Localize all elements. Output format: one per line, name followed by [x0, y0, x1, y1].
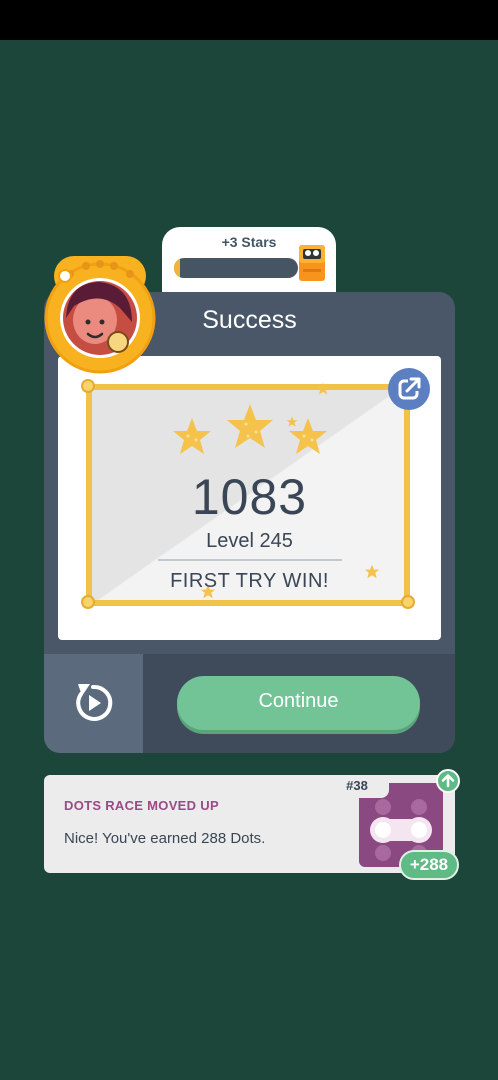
race-message: Nice! You've earned 288 Dots. [64, 830, 266, 847]
race-title: DOTS RACE MOVED UP [64, 798, 219, 813]
score-value: 1083 [191, 469, 308, 525]
treasure-box-icon [299, 245, 325, 281]
race-rank: #38 [325, 778, 389, 798]
share-icon [398, 377, 422, 400]
frame-corner [81, 379, 95, 393]
rating-stars [173, 404, 327, 454]
result-label: FIRST TRY WIN! [170, 570, 329, 592]
rank-up-badge [436, 769, 460, 793]
avatar-badge [44, 256, 156, 374]
status-bar [0, 0, 498, 40]
star-icon [316, 382, 330, 395]
continue-button[interactable]: Continue [177, 676, 420, 730]
frame-corner [401, 595, 415, 609]
arrow-up-icon [441, 774, 455, 788]
score-panel: 1083 Level 245 FIRST TRY WIN! [58, 356, 441, 640]
share-button[interactable] [388, 368, 430, 410]
frame-corner [81, 595, 95, 609]
stars-progress-fill [174, 258, 181, 278]
replay-button[interactable] [44, 654, 143, 753]
level-label: Level 245 [206, 530, 293, 552]
replay-icon [76, 684, 113, 721]
dots-race-card[interactable]: DOTS RACE MOVED UP Nice! You've earned 2… [44, 775, 455, 873]
stars-progress-bar [174, 258, 298, 278]
dots-earned-badge: +288 [399, 850, 459, 880]
star-icon [286, 416, 298, 427]
star-icon [173, 404, 327, 454]
divider [158, 559, 342, 561]
dialog-actions: Continue [44, 654, 455, 753]
